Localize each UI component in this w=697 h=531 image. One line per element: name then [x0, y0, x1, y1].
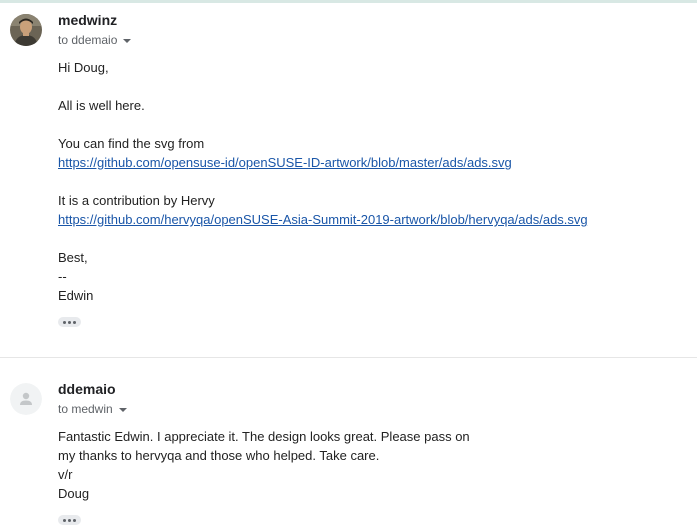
chevron-down-icon: [123, 38, 132, 43]
message-body: Fantastic Edwin. I appreciate it. The de…: [58, 427, 470, 503]
message-body: Hi Doug, All is well here. You can find …: [58, 58, 588, 305]
more-dots-icon: [68, 320, 71, 324]
body-line: v/r: [58, 467, 73, 482]
recipient-label: to medwin: [58, 402, 113, 416]
email-thread: medwinz to ddemaio Hi Doug, All is well …: [0, 0, 697, 531]
sender-name[interactable]: ddemaio: [58, 381, 116, 397]
sender-avatar-icon[interactable]: [10, 14, 42, 46]
body-line: You can find the svg from: [58, 136, 205, 151]
body-line: Edwin: [58, 288, 94, 303]
more-dots-icon: [73, 518, 76, 522]
svg-link[interactable]: https://github.com/opensuse-id/openSUSE-…: [58, 155, 512, 170]
recipient-details-toggle[interactable]: to medwin: [58, 402, 127, 416]
more-dots-icon: [63, 320, 66, 324]
contribution-link[interactable]: https://github.com/hervyqa/openSUSE-Asia…: [58, 212, 588, 227]
more-dots-icon: [68, 518, 71, 522]
body-line: Best,: [58, 250, 88, 265]
recipient-details-toggle[interactable]: to ddemaio: [58, 33, 132, 47]
email-message: medwinz to ddemaio Hi Doug, All is well …: [0, 0, 697, 357]
message-divider: [0, 357, 697, 358]
show-trimmed-content-button[interactable]: [58, 317, 81, 327]
body-line: It is a contribution by Hervy: [58, 193, 215, 208]
email-message: ddemaio to medwin Fantastic Edwin. I app…: [0, 359, 697, 531]
recipient-label: to ddemaio: [58, 33, 118, 47]
more-dots-icon: [73, 320, 76, 324]
body-line: [58, 115, 588, 134]
body-line: [58, 172, 588, 191]
default-person-avatar-icon[interactable]: [10, 383, 42, 415]
more-dots-icon: [63, 518, 66, 522]
body-line: my thanks to hervyqa and those who helpe…: [58, 448, 380, 463]
sender-name[interactable]: medwinz: [58, 12, 117, 28]
body-line: Doug: [58, 486, 90, 501]
body-line: Fantastic Edwin. I appreciate it. The de…: [58, 429, 470, 444]
show-trimmed-content-button[interactable]: [58, 515, 81, 525]
body-line: Hi Doug,: [58, 60, 109, 75]
body-line: [58, 77, 588, 96]
body-line: [58, 229, 588, 248]
body-line: All is well here.: [58, 98, 145, 113]
chevron-down-icon: [118, 407, 127, 412]
body-line: --: [58, 269, 67, 284]
